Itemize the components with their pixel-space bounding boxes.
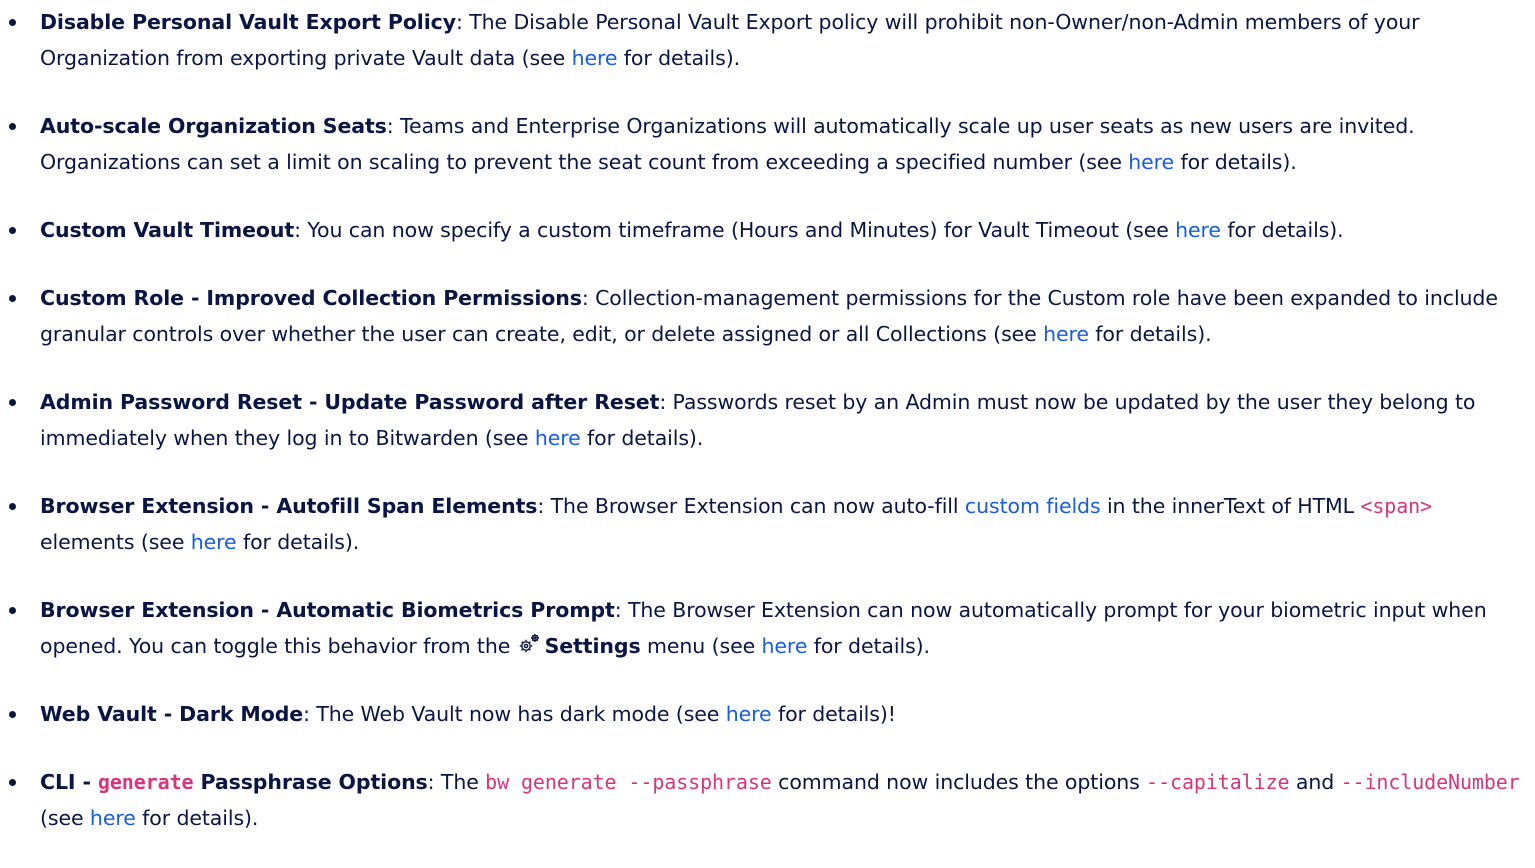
here-link[interactable]: here — [1175, 218, 1221, 242]
bullet — [9, 607, 16, 614]
list-item: Disable Personal Vault Export Policy: Th… — [0, 4, 1535, 76]
bullet — [9, 399, 16, 406]
item-text: : The Browser Extension can now auto-fil… — [537, 494, 965, 518]
settings-label: Settings — [544, 634, 641, 658]
bullet — [9, 123, 16, 130]
gear-icon — [519, 634, 539, 653]
here-link[interactable]: here — [90, 806, 136, 830]
item-text-mid2: elements (see — [40, 530, 191, 554]
list-item: Web Vault - Dark Mode: The Web Vault now… — [0, 696, 1535, 732]
list-item: Custom Vault Timeout: You can now specif… — [0, 212, 1535, 248]
here-link[interactable]: here — [572, 46, 618, 70]
item-text-mid: in the innerText of HTML — [1100, 494, 1361, 518]
item-title: Browser Extension - Autofill Span Elemen… — [40, 494, 538, 518]
here-link[interactable]: here — [191, 530, 237, 554]
item-end: for details). — [1220, 218, 1344, 242]
item-title: Disable Personal Vault Export Policy — [40, 10, 456, 34]
item-end: for details). — [236, 530, 360, 554]
item-text-mid2: and — [1289, 770, 1341, 794]
item-title-suffix: Passphrase Options — [193, 770, 428, 794]
item-end: for details). — [617, 46, 741, 70]
item-end: for details). — [1088, 322, 1212, 346]
list-item: Auto-scale Organization Seats: Teams and… — [0, 108, 1535, 180]
list-item: CLI - generate Passphrase Options: The b… — [0, 764, 1535, 836]
item-text-mid3: (see — [40, 806, 90, 830]
item-title: Admin Password Reset - Update Password a… — [40, 390, 660, 414]
item-title-prefix: CLI - — [40, 770, 98, 794]
here-link[interactable]: here — [1043, 322, 1089, 346]
item-title: Auto-scale Organization Seats — [40, 114, 387, 138]
generate-code: generate — [97, 770, 194, 794]
capitalize-option-code: --capitalize — [1146, 770, 1290, 794]
here-link[interactable]: here — [535, 426, 581, 450]
item-end: for details). — [135, 806, 259, 830]
bullet — [9, 295, 16, 302]
item-text: : The Web Vault now has dark mode (see — [303, 702, 726, 726]
item-title: Custom Role - Improved Collection Permis… — [40, 286, 582, 310]
item-text: : You can now specify a custom timeframe… — [294, 218, 1176, 242]
here-link[interactable]: here — [726, 702, 772, 726]
span-code: <span> — [1360, 494, 1433, 518]
list-item: Browser Extension - Automatic Biometrics… — [0, 592, 1535, 664]
here-link[interactable]: here — [1128, 150, 1174, 174]
item-end: for details). — [580, 426, 704, 450]
bullet — [9, 503, 16, 510]
item-end: for details). — [807, 634, 930, 658]
bullet — [9, 19, 16, 26]
passphrase-command-code: bw generate --passphrase — [485, 770, 772, 794]
list-item: Custom Role - Improved Collection Permis… — [0, 280, 1535, 352]
list-item: Browser Extension - Autofill Span Elemen… — [0, 488, 1535, 560]
custom-fields-link[interactable]: custom fields — [965, 494, 1101, 518]
bullet — [9, 711, 16, 718]
item-title: Web Vault - Dark Mode — [40, 702, 304, 726]
bullet — [9, 227, 16, 234]
here-link[interactable]: here — [762, 634, 808, 658]
list-item: Admin Password Reset - Update Password a… — [0, 384, 1535, 456]
item-end: for details). — [1174, 150, 1297, 174]
item-text-mid: menu (see — [640, 634, 762, 658]
include-number-option-code: --includeNumber — [1340, 770, 1520, 794]
bullet — [9, 779, 16, 786]
item-text-mid: command now includes the options — [771, 770, 1147, 794]
item-title: Custom Vault Timeout — [40, 218, 295, 242]
item-end: for details)! — [771, 702, 896, 726]
item-text: : The — [427, 770, 486, 794]
item-title: Browser Extension - Automatic Biometrics… — [40, 598, 615, 622]
release-notes-list: Disable Personal Vault Export Policy : Th… — [0, 4, 1535, 868]
